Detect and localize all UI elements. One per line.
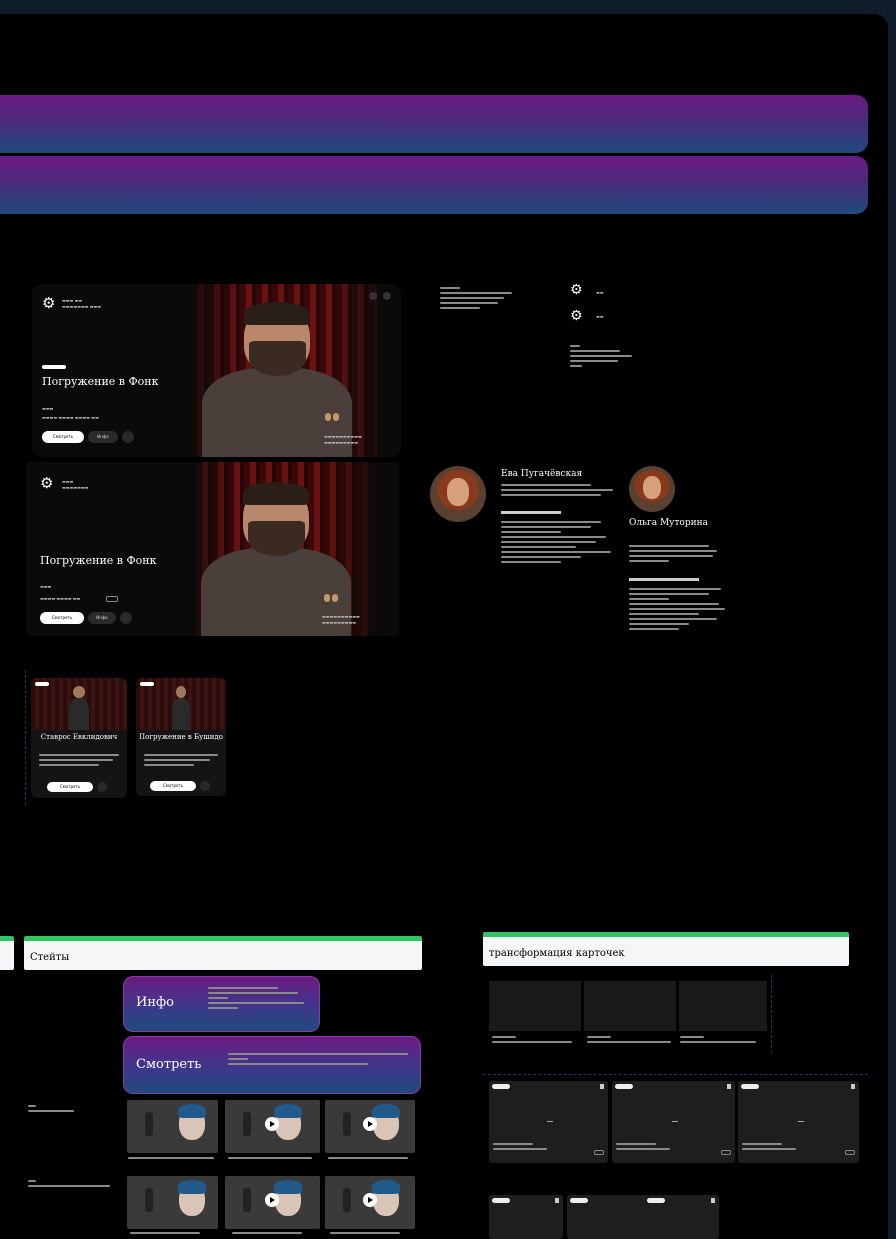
hero-tag xyxy=(42,365,66,369)
button-label: Инфо xyxy=(136,995,175,1010)
more-button[interactable] xyxy=(122,431,134,443)
button-label: Смотреть xyxy=(136,1057,202,1072)
avatar xyxy=(325,413,331,421)
watch-button[interactable]: Смотреть xyxy=(42,431,84,443)
logo-icon[interactable]: ⚙ xyxy=(42,294,55,312)
logo-icon: ⚙ xyxy=(570,282,583,298)
gradient-banner-1 xyxy=(0,95,868,153)
mobile-card[interactable]: Ставрос Евклидович Смотреть xyxy=(31,678,127,798)
profile-portrait xyxy=(430,466,486,522)
grid-card[interactable] xyxy=(738,1081,859,1163)
video-thumbnail-active[interactable] xyxy=(325,1176,415,1229)
hero-person-image xyxy=(202,296,352,457)
profile-bio xyxy=(501,484,613,499)
divider xyxy=(25,670,26,805)
hero-meta xyxy=(570,345,632,370)
play-icon[interactable] xyxy=(363,1193,377,1207)
divider xyxy=(483,1074,868,1075)
state-label xyxy=(28,1180,110,1190)
watch-button[interactable]: Смотреть xyxy=(150,781,196,791)
profile-subheading xyxy=(501,511,561,514)
hero-card-tablet[interactable]: ⚙ ▬▬▬ ▬▬▬▬▬▬▬ Погружение в Фонк ▬▬▬ ▬▬▬▬… xyxy=(26,462,399,636)
section-title: Стейты xyxy=(30,952,70,963)
watch-button[interactable]: Смотреть xyxy=(47,782,93,792)
watch-button[interactable]: Смотреть xyxy=(40,612,84,624)
hero-card-desktop[interactable]: ⚙ ▬▬▬ ▬▬ ▬▬▬▬▬▬▬ ▬▬▬ Погружение в Фонк ▬… xyxy=(32,284,401,457)
section-header-stub xyxy=(0,936,14,970)
state-label xyxy=(28,1105,74,1115)
play-icon[interactable] xyxy=(265,1117,279,1131)
play-icon[interactable] xyxy=(363,1117,377,1131)
gradient-banner-2 xyxy=(0,156,868,214)
profile-text xyxy=(629,588,725,633)
card-slot xyxy=(584,981,676,1031)
more-button[interactable] xyxy=(97,782,107,792)
hero-title: Погружение в Фонк xyxy=(40,554,157,567)
hero-title: Погружение в Фонк xyxy=(42,375,159,388)
profile-name: Ольга Муторина xyxy=(629,518,708,528)
card-title: Погружение в Бушидо xyxy=(139,733,223,741)
button-small-showcase[interactable]: Инфо xyxy=(123,976,320,1032)
logo-icon[interactable]: ⚙ xyxy=(40,474,53,492)
video-thumbnail[interactable] xyxy=(127,1100,218,1153)
video-thumbnail[interactable] xyxy=(127,1176,218,1229)
grid-card[interactable] xyxy=(489,1081,608,1163)
close-icon[interactable] xyxy=(369,292,377,300)
profile-subheading xyxy=(629,578,699,581)
video-thumbnail-hover[interactable] xyxy=(225,1100,320,1153)
button-large-showcase[interactable]: Смотреть xyxy=(123,1036,421,1094)
avatar xyxy=(324,594,330,602)
grid-card[interactable] xyxy=(489,1195,563,1239)
age-badge xyxy=(106,596,118,602)
profile-portrait xyxy=(629,466,675,512)
section-title: трансформация карточек xyxy=(489,948,625,959)
mobile-card[interactable]: Погружение в Бушидо Смотреть xyxy=(136,678,226,796)
divider xyxy=(771,975,772,1053)
info-button[interactable]: Инфо xyxy=(88,431,118,443)
hero-person-image xyxy=(201,476,351,636)
grid-card[interactable] xyxy=(612,1081,735,1163)
profile-bio xyxy=(629,545,717,565)
avatar xyxy=(333,413,339,421)
section-header-transform: трансформация карточек xyxy=(483,932,849,966)
profile-name: Ева Пугачёвская xyxy=(501,469,583,479)
section-header-states: Стейты xyxy=(24,936,422,970)
card-title: Ставрос Евклидович xyxy=(40,733,118,741)
hero-description xyxy=(440,287,512,312)
more-button[interactable] xyxy=(200,781,210,791)
logo-icon: ⚙ xyxy=(570,308,583,324)
grid-card[interactable] xyxy=(567,1195,719,1239)
info-button[interactable]: Инфо xyxy=(88,612,116,624)
avatar xyxy=(332,594,338,602)
profile-text xyxy=(501,521,611,566)
card-slot xyxy=(489,981,581,1031)
video-thumbnail-active[interactable] xyxy=(325,1100,415,1153)
video-thumbnail-hover[interactable] xyxy=(225,1176,320,1229)
share-icon[interactable] xyxy=(383,292,391,300)
card-slot xyxy=(679,981,767,1031)
play-icon[interactable] xyxy=(265,1193,279,1207)
more-button[interactable] xyxy=(120,612,132,624)
